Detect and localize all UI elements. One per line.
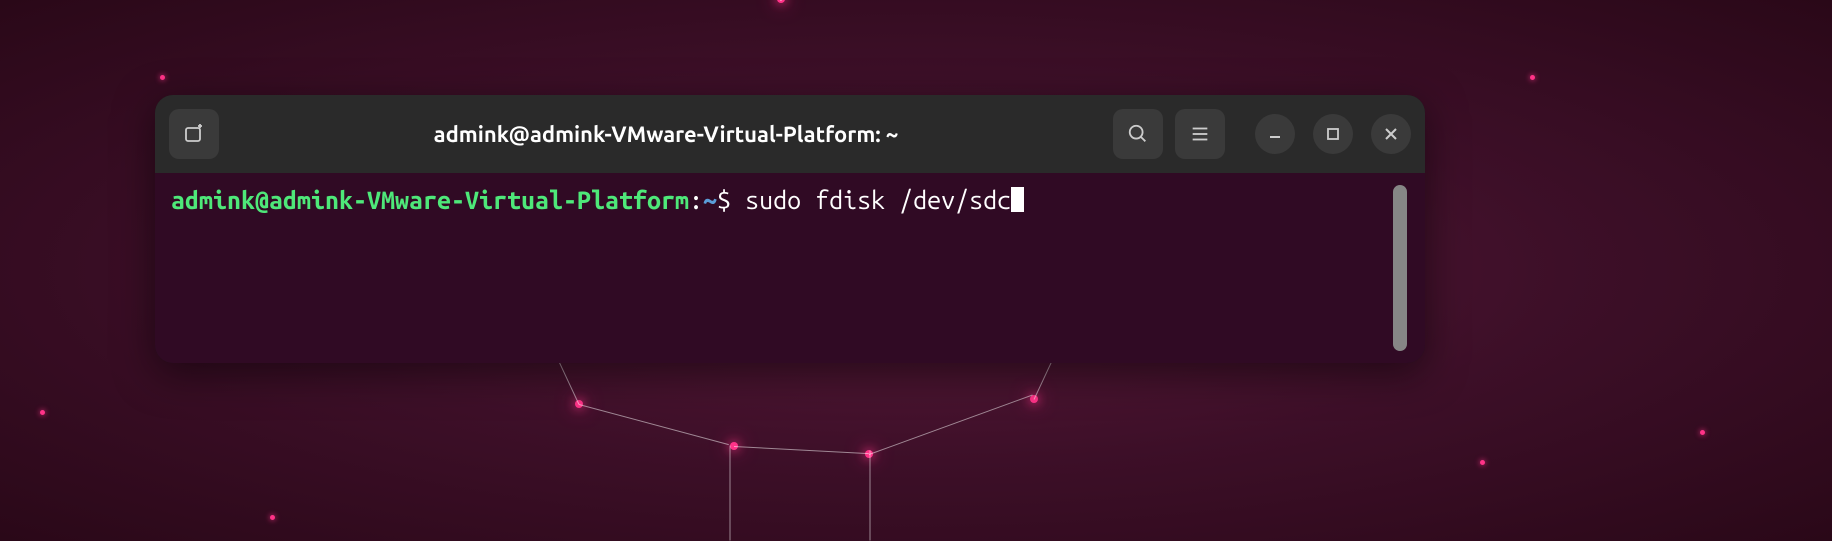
search-icon	[1127, 123, 1149, 145]
terminal-content[interactable]: admink@admink-VMware-Virtual-Platform:~$…	[155, 173, 1425, 363]
minimize-icon	[1267, 126, 1283, 142]
close-button[interactable]	[1371, 114, 1411, 154]
maximize-button[interactable]	[1313, 114, 1353, 154]
window-controls	[1255, 114, 1411, 154]
hamburger-icon	[1189, 123, 1211, 145]
prompt-user-host: admink@admink-VMware-Virtual-Platform	[171, 186, 689, 214]
new-tab-button[interactable]	[169, 109, 219, 159]
prompt-dollar: $	[717, 186, 745, 214]
titlebar[interactable]: admink@admink-VMware-Virtual-Platform: ~	[155, 95, 1425, 173]
prompt-path: ~	[703, 186, 717, 214]
scrollbar[interactable]	[1393, 185, 1407, 351]
new-tab-icon	[182, 122, 206, 146]
close-icon	[1383, 126, 1399, 142]
menu-button[interactable]	[1175, 109, 1225, 159]
maximize-icon	[1325, 126, 1341, 142]
window-title: admink@admink-VMware-Virtual-Platform: ~	[231, 122, 1101, 147]
minimize-button[interactable]	[1255, 114, 1295, 154]
search-button[interactable]	[1113, 109, 1163, 159]
terminal-window: admink@admink-VMware-Virtual-Platform: ~	[155, 95, 1425, 363]
command-input: sudo fdisk /dev/sdc	[745, 186, 1011, 214]
cursor	[1011, 187, 1024, 212]
prompt-colon: :	[689, 186, 703, 214]
terminal-text: admink@admink-VMware-Virtual-Platform:~$…	[171, 183, 1393, 353]
